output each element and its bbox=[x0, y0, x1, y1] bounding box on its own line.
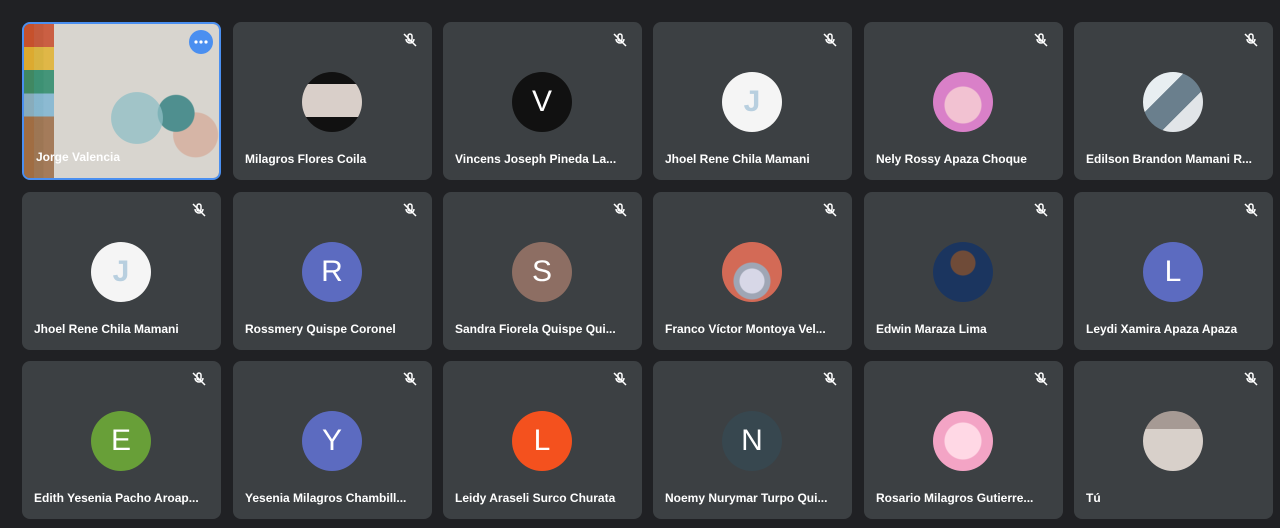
participant-name: Edwin Maraza Lima bbox=[876, 322, 987, 336]
participant-tile[interactable]: Edilson Brandon Mamani R... bbox=[1074, 22, 1273, 180]
mic-off-icon bbox=[612, 371, 628, 387]
participant-tile[interactable]: E Edith Yesenia Pacho Aroap... bbox=[22, 361, 221, 519]
mic-off-icon bbox=[822, 32, 838, 48]
participant-name: Milagros Flores Coila bbox=[245, 152, 367, 166]
participant-avatar: V bbox=[512, 72, 572, 132]
participant-tile[interactable]: Milagros Flores Coila bbox=[233, 22, 432, 180]
participant-tile[interactable]: Nely Rossy Apaza Choque bbox=[864, 22, 1063, 180]
participant-tile-jorge-valencia[interactable]: Jorge Valencia bbox=[22, 22, 221, 180]
mic-off-icon bbox=[1243, 371, 1259, 387]
participant-name: Jorge Valencia bbox=[36, 150, 121, 164]
participant-tile[interactable]: Edwin Maraza Lima bbox=[864, 192, 1063, 350]
participant-tile[interactable]: J Jhoel Rene Chila Mamani bbox=[22, 192, 221, 350]
participant-name: Edith Yesenia Pacho Aroap... bbox=[34, 491, 199, 505]
participant-name: Jhoel Rene Chila Mamani bbox=[665, 152, 810, 166]
participant-avatar: L bbox=[1143, 242, 1203, 302]
participant-avatar-photo bbox=[933, 72, 993, 132]
participant-name: Tú bbox=[1086, 491, 1101, 505]
participant-name: Leidy Araseli Surco Churata bbox=[455, 491, 616, 505]
participant-avatar: S bbox=[512, 242, 572, 302]
participant-avatar-photo bbox=[933, 411, 993, 471]
participant-avatar-photo bbox=[302, 72, 362, 132]
participant-avatar: L bbox=[512, 411, 572, 471]
mic-off-icon bbox=[822, 202, 838, 218]
participant-tile[interactable]: Franco Víctor Montoya Vel... bbox=[653, 192, 852, 350]
participant-avatar-photo bbox=[722, 242, 782, 302]
participant-tile[interactable]: Y Yesenia Milagros Chambill... bbox=[233, 361, 432, 519]
participant-name: Vincens Joseph Pineda La... bbox=[455, 152, 617, 166]
mic-off-icon bbox=[1243, 32, 1259, 48]
participant-name: Edilson Brandon Mamani R... bbox=[1086, 152, 1253, 166]
participant-tile[interactable]: L Leidy Araseli Surco Churata bbox=[443, 361, 642, 519]
meeting-grid: Jorge Valencia Milagros Flores Coila V V… bbox=[0, 0, 1280, 528]
participant-tile[interactable]: S Sandra Fiorela Quispe Qui... bbox=[443, 192, 642, 350]
participant-avatar: R bbox=[302, 242, 362, 302]
mic-off-icon bbox=[612, 202, 628, 218]
participant-name: Nely Rossy Apaza Choque bbox=[876, 152, 1027, 166]
more-options-icon[interactable] bbox=[189, 30, 213, 54]
participant-avatar: N bbox=[722, 411, 782, 471]
participant-name: Rossmery Quispe Coronel bbox=[245, 322, 396, 336]
participant-avatar-photo: J bbox=[91, 242, 151, 302]
participant-avatar-photo: J bbox=[722, 72, 782, 132]
participant-name: Rosario Milagros Gutierre... bbox=[876, 491, 1034, 505]
mic-off-icon bbox=[612, 32, 628, 48]
participant-tile[interactable]: Rosario Milagros Gutierre... bbox=[864, 361, 1063, 519]
participant-tile[interactable]: Tú bbox=[1074, 361, 1273, 519]
participant-avatar: Y bbox=[302, 411, 362, 471]
mic-off-icon bbox=[402, 202, 418, 218]
participant-tile[interactable]: J Jhoel Rene Chila Mamani bbox=[653, 22, 852, 180]
participant-avatar: E bbox=[91, 411, 151, 471]
mic-off-icon bbox=[402, 32, 418, 48]
participant-name: Noemy Nurymar Turpo Qui... bbox=[665, 491, 828, 505]
participant-tile[interactable]: N Noemy Nurymar Turpo Qui... bbox=[653, 361, 852, 519]
mic-off-icon bbox=[1033, 202, 1049, 218]
participant-tile[interactable]: R Rossmery Quispe Coronel bbox=[233, 192, 432, 350]
mic-off-icon bbox=[1243, 202, 1259, 218]
participant-name: Leydi Xamira Apaza Apaza bbox=[1086, 322, 1238, 336]
mic-off-icon bbox=[1033, 32, 1049, 48]
participant-name: Jhoel Rene Chila Mamani bbox=[34, 322, 179, 336]
mic-off-icon bbox=[402, 371, 418, 387]
participant-name: Sandra Fiorela Quispe Qui... bbox=[455, 322, 616, 336]
participant-avatar-photo bbox=[933, 242, 993, 302]
participant-name: Franco Víctor Montoya Vel... bbox=[665, 322, 826, 336]
participant-name: Yesenia Milagros Chambill... bbox=[245, 491, 407, 505]
mic-off-icon bbox=[191, 371, 207, 387]
participant-avatar-photo bbox=[1143, 72, 1203, 132]
participant-tile[interactable]: V Vincens Joseph Pineda La... bbox=[443, 22, 642, 180]
mic-off-icon bbox=[822, 371, 838, 387]
mic-off-icon bbox=[1033, 371, 1049, 387]
mic-off-icon bbox=[191, 202, 207, 218]
participant-tile[interactable]: L Leydi Xamira Apaza Apaza bbox=[1074, 192, 1273, 350]
participant-avatar-photo bbox=[1143, 411, 1203, 471]
